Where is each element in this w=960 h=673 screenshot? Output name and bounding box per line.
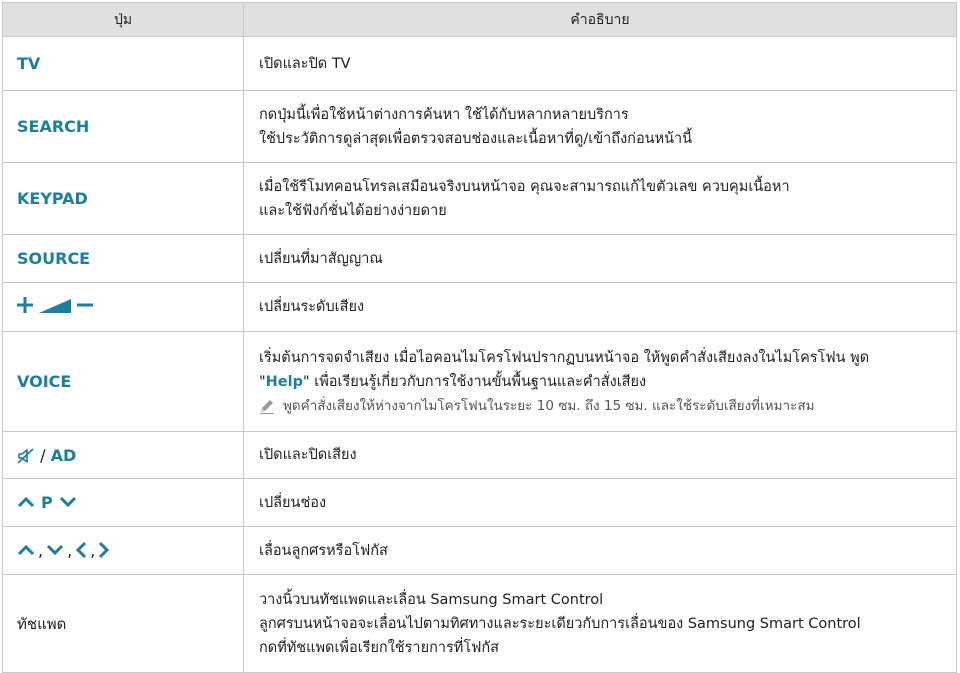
desc-line: กดที่ทัชแพดเพื่อเรียกใช้รายการที่โฟกัส (259, 639, 500, 656)
desc-line: เปิดและปิด TV (259, 55, 351, 72)
table-row: SEARCH กดปุ่มนี้เพื่อใช้หน้าต่างการค้นหา… (2, 90, 957, 163)
table-row: SOURCE เปลี่ยนที่มาสัญญาณ (2, 234, 957, 283)
key-voice: VOICE (2, 331, 244, 432)
voice-note: พูดคำสั่งเสียงให้ห่างจากไมโครโฟนในระยะ 1… (259, 394, 956, 418)
desc-keypad: เมื่อใช้รีโมทคอนโทรลเสมือนจริงบนหน้าจอ ค… (243, 162, 957, 235)
desc-line: กดปุ่มนี้เพื่อใช้หน้าต่างการค้นหา ใช้ได้… (259, 106, 629, 123)
note-text: พูดคำสั่งเสียงให้ห่างจากไมโครโฟนในระยะ 1… (283, 397, 815, 414)
desc-line: ใช้ประวัติการดูล่าสุดเพื่อตรวจสอบช่องและ… (259, 130, 693, 147)
desc-line: เลื่อนลูกศรหรือโฟกัส (259, 542, 388, 559)
chevron-left-icon (76, 542, 87, 559)
desc-line: "Help" เพื่อเรียนรู้เกี่ยวกับการใช้งานขั… (259, 370, 956, 394)
help-keyword: Help (265, 373, 303, 390)
mute-icon (17, 447, 34, 464)
table-row: TV เปิดและปิด TV (2, 36, 957, 91)
table-row: KEYPAD เมื่อใช้รีโมทคอนโทรลเสมือนจริงบนห… (2, 162, 957, 235)
desc-line: วางนิ้วบนทัชแพดและเลื่อน Samsung Smart C… (259, 591, 604, 608)
key-source: SOURCE (2, 234, 244, 283)
key-nav: , , , (2, 526, 244, 575)
key-separator: , (67, 540, 73, 560)
key-touchpad: ทัชแพด (2, 574, 244, 673)
header-button: ปุ่ม (2, 2, 244, 37)
chevron-right-icon (99, 542, 110, 559)
table-header-row: ปุ่ม คำอธิบาย (2, 2, 957, 37)
key-separator: , (38, 540, 44, 560)
key-channel-label: P (41, 492, 53, 512)
key-search: SEARCH (2, 90, 244, 163)
chevron-up-icon (17, 545, 35, 556)
plus-icon (17, 297, 33, 313)
chevron-down-icon (47, 545, 64, 556)
table-row: เปลี่ยนระดับเสียง (2, 282, 957, 332)
remote-button-table: ปุ่ม คำอธิบาย TV เปิดและปิด TV SEARCH กด… (2, 2, 957, 673)
minus-icon (77, 303, 93, 307)
key-separator: / (35, 446, 51, 465)
table-row: / AD เปิดและปิดเสียง (2, 431, 957, 479)
desc-channel: เปลี่ยนช่อง (243, 478, 957, 527)
key-separator: , (90, 540, 96, 560)
desc-search: กดปุ่มนี้เพื่อใช้หน้าต่างการค้นหา ใช้ได้… (243, 90, 957, 163)
key-tv: TV (2, 36, 244, 91)
desc-line: เริ่มต้นการจดจำเสียง เมื่อไอคอนไมโครโฟนป… (259, 349, 870, 366)
chevron-down-icon (59, 497, 76, 508)
desc-voice: เริ่มต้นการจดจำเสียง เมื่อไอคอนไมโครโฟนป… (243, 331, 957, 432)
table-row: , , , เลื่อนลูกศรหรือโฟกัส (2, 526, 957, 575)
key-channel: P (2, 478, 244, 527)
desc-ad: เปิดและปิดเสียง (243, 431, 957, 479)
desc-text: เพื่อเรียนรู้เกี่ยวกับการใช้งานขั้นพื้นฐ… (309, 373, 647, 390)
desc-line: เปลี่ยนช่อง (259, 494, 327, 511)
key-ad-label: AD (50, 446, 77, 465)
table-row: VOICE เริ่มต้นการจดจำเสียง เมื่อไอคอนไมโ… (2, 331, 957, 432)
desc-line: เปลี่ยนระดับเสียง (259, 299, 365, 315)
table-row: ทัชแพด วางนิ้วบนทัชแพดและเลื่อน Samsung … (2, 574, 957, 673)
chevron-up-icon (17, 497, 35, 508)
desc-line: เมื่อใช้รีโมทคอนโทรลเสมือนจริงบนหน้าจอ ค… (259, 178, 790, 195)
key-keypad: KEYPAD (2, 162, 244, 235)
volume-ramp-icon (39, 299, 71, 313)
desc-tv: เปิดและปิด TV (243, 36, 957, 91)
header-description: คำอธิบาย (243, 2, 957, 37)
quote-close: " (303, 373, 310, 390)
desc-line: เปิดและปิดเสียง (259, 447, 357, 463)
quote-open: " (259, 373, 266, 390)
desc-nav: เลื่อนลูกศรหรือโฟกัส (243, 526, 957, 575)
desc-line: และใช้ฟังก์ชั่นได้อย่างง่ายดาย (259, 202, 447, 219)
desc-line: ลูกศรบนหน้าจอจะเลื่อนไปตามทิศทางและระยะเ… (259, 615, 861, 632)
key-ad: / AD (2, 431, 244, 479)
desc-line: เปลี่ยนที่มาสัญญาณ (259, 250, 383, 267)
desc-touchpad: วางนิ้วบนทัชแพดและเลื่อน Samsung Smart C… (243, 574, 957, 673)
key-volume (2, 282, 244, 332)
desc-volume: เปลี่ยนระดับเสียง (243, 282, 957, 332)
pencil-icon (260, 399, 274, 414)
table-row: P เปลี่ยนช่อง (2, 478, 957, 527)
desc-source: เปลี่ยนที่มาสัญญาณ (243, 234, 957, 283)
